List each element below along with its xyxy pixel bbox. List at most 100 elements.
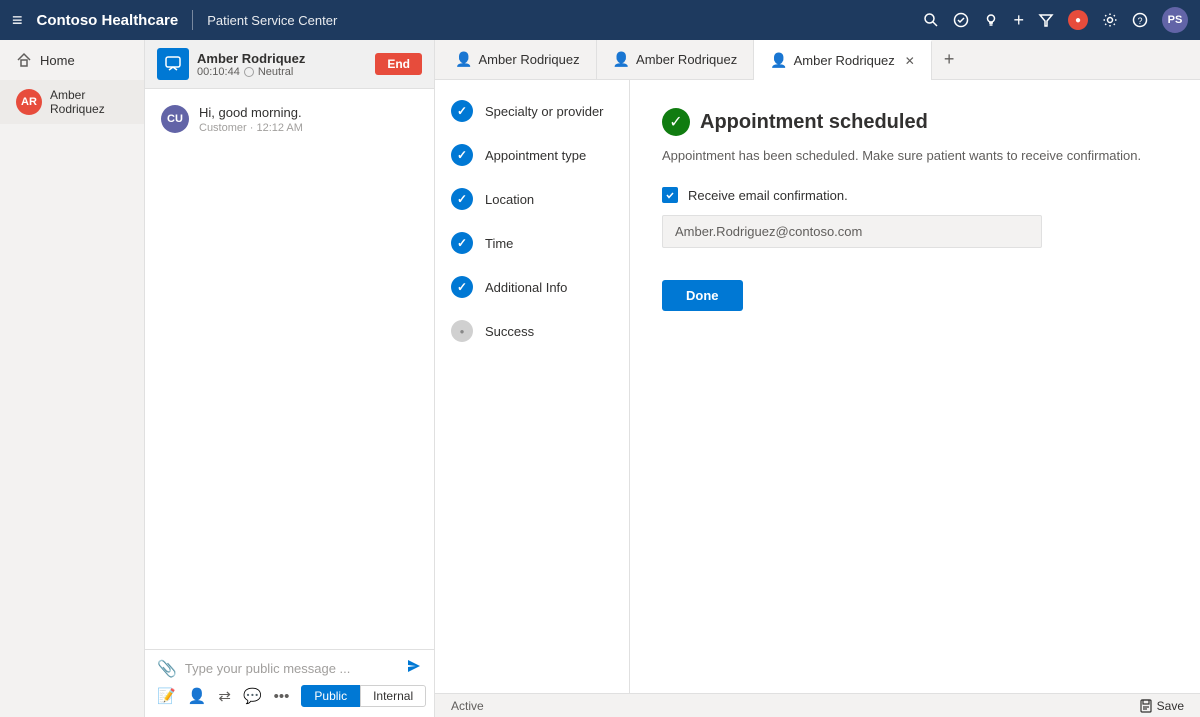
add-tab-button[interactable]: + — [932, 49, 967, 70]
chat-message-text: Hi, good morning. — [199, 105, 303, 120]
home-icon — [16, 52, 32, 68]
attach-icon[interactable]: 📎 — [157, 659, 177, 679]
checkbox-checked-icon[interactable] — [662, 187, 678, 203]
topbar-icons: + ● ? PS — [923, 7, 1188, 33]
step-dot-6: ● — [460, 327, 465, 336]
topbar: ≡ Contoso Healthcare Patient Service Cen… — [0, 0, 1200, 40]
step-additional-info[interactable]: ✓ Additional Info — [451, 276, 613, 298]
settings-icon[interactable] — [1102, 12, 1118, 28]
chat-header-info: Amber Rodriquez 00:10:44 Neutral — [197, 51, 367, 78]
chat-message-item: CU Hi, good morning. Customer · 12:12 AM — [161, 105, 418, 134]
send-button[interactable] — [406, 658, 422, 679]
step-label-additional: Additional Info — [485, 280, 567, 295]
chat-input-row: 📎 — [157, 658, 422, 679]
hamburger-icon[interactable]: ≡ — [12, 10, 23, 31]
help-icon[interactable]: ? — [1132, 12, 1148, 28]
brand-divider — [192, 10, 193, 30]
toolbar-transfer-icon[interactable]: ⇄ — [218, 687, 231, 705]
steps-panel: ✓ Specialty or provider ✓ Appointment ty… — [435, 80, 630, 693]
tab-amber-2[interactable]: 👤 Amber Rodriquez — [597, 40, 755, 80]
notification-badge[interactable]: ● — [1068, 10, 1088, 30]
step-icon-additional: ✓ — [451, 276, 473, 298]
chat-toggle: Public Internal — [301, 685, 426, 707]
tab-person-icon-2: 👤 — [613, 51, 630, 68]
save-label: Save — [1157, 699, 1184, 713]
step-icon-location: ✓ — [451, 188, 473, 210]
chat-mood: Neutral — [258, 66, 293, 78]
step-icon-specialty: ✓ — [451, 100, 473, 122]
chat-message-content: Hi, good morning. Customer · 12:12 AM — [199, 105, 303, 134]
step-checkmark-4: ✓ — [457, 236, 467, 250]
step-appointment-type[interactable]: ✓ Appointment type — [451, 144, 613, 166]
save-button[interactable]: Save — [1139, 699, 1184, 713]
step-label-success: Success — [485, 324, 534, 339]
sidebar-item-home[interactable]: Home — [0, 40, 144, 80]
status-label: Active — [451, 699, 484, 713]
chat-timer: 00:10:44 — [197, 66, 240, 78]
svg-text:?: ? — [1138, 16, 1143, 26]
appointment-subtitle: Appointment has been scheduled. Make sur… — [662, 148, 1168, 163]
toolbar-chat-icon[interactable]: 💬 — [243, 687, 262, 705]
chat-message-meta: Customer · 12:12 AM — [199, 122, 303, 134]
home-label: Home — [40, 53, 75, 68]
filter-icon[interactable] — [1038, 12, 1054, 28]
app-subtitle: Patient Service Center — [207, 13, 337, 28]
public-toggle-button[interactable]: Public — [301, 685, 360, 707]
step-specialty[interactable]: ✓ Specialty or provider — [451, 100, 613, 122]
step-icon-appointment: ✓ — [451, 144, 473, 166]
chat-header-avatar-icon — [157, 48, 189, 80]
toolbar-person-icon[interactable]: 👤 — [188, 687, 207, 705]
appointment-header: ✓ Appointment scheduled — [662, 108, 1168, 136]
sidebar: Home AR Amber Rodriquez — [0, 40, 145, 717]
tab-amber-1[interactable]: 👤 Amber Rodriquez — [439, 40, 597, 80]
step-time[interactable]: ✓ Time — [451, 232, 613, 254]
toolbar-notes-icon[interactable]: 📝 — [157, 687, 176, 705]
tab-amber-3[interactable]: 👤 Amber Rodriquez ✕ — [754, 40, 932, 80]
customer-avatar: CU — [161, 105, 189, 133]
app-logo: Contoso Healthcare — [37, 12, 179, 29]
chat-timer-status: 00:10:44 Neutral — [197, 66, 367, 78]
bulb-icon[interactable] — [983, 12, 999, 28]
tab-close-icon[interactable]: ✕ — [905, 54, 915, 68]
step-icon-time: ✓ — [451, 232, 473, 254]
brand: Contoso Healthcare Patient Service Cente… — [37, 10, 338, 30]
email-confirmation-row[interactable]: Receive email confirmation. — [662, 187, 1168, 203]
step-icon-success: ● — [451, 320, 473, 342]
chat-header: Amber Rodriquez 00:10:44 Neutral End — [145, 40, 434, 89]
search-icon[interactable] — [923, 12, 939, 28]
main-content: ✓ Appointment scheduled Appointment has … — [630, 80, 1200, 693]
right-panel: 👤 Amber Rodriquez 👤 Amber Rodriquez 👤 Am… — [435, 40, 1200, 717]
save-icon — [1139, 699, 1153, 713]
end-call-button[interactable]: End — [375, 53, 422, 75]
chat-input-area: 📎 📝 👤 ⇄ 💬 ••• Public Internal — [145, 649, 434, 717]
agent-name: Amber Rodriquez — [50, 88, 128, 116]
step-checkmark-2: ✓ — [457, 148, 467, 162]
chat-panel: Amber Rodriquez 00:10:44 Neutral End CU … — [145, 40, 435, 717]
plus-icon[interactable]: + — [1013, 10, 1024, 31]
check-circle-icon[interactable] — [953, 12, 969, 28]
step-checkmark-1: ✓ — [457, 104, 467, 118]
neutral-dot-icon — [244, 67, 254, 77]
step-success[interactable]: ● Success — [451, 320, 613, 342]
done-button[interactable]: Done — [662, 280, 743, 311]
tabs-bar: 👤 Amber Rodriquez 👤 Amber Rodriquez 👤 Am… — [435, 40, 1200, 80]
checkbox-label: Receive email confirmation. — [688, 188, 848, 203]
user-avatar[interactable]: PS — [1162, 7, 1188, 33]
tab-label-1: Amber Rodriquez — [478, 52, 579, 67]
step-checkmark-3: ✓ — [457, 192, 467, 206]
main-layout: Home AR Amber Rodriquez Amber Rodriquez … — [0, 40, 1200, 717]
step-label-specialty: Specialty or provider — [485, 104, 604, 119]
step-location[interactable]: ✓ Location — [451, 188, 613, 210]
step-label-time: Time — [485, 236, 513, 251]
chat-messages: CU Hi, good morning. Customer · 12:12 AM — [145, 89, 434, 649]
chat-input[interactable] — [185, 661, 398, 676]
agent-avatar: AR — [16, 89, 42, 115]
tab-person-icon-3: 👤 — [770, 52, 787, 69]
appointment-success-icon: ✓ — [662, 108, 690, 136]
sidebar-agent[interactable]: AR Amber Rodriquez — [0, 80, 144, 124]
appointment-title: Appointment scheduled — [700, 111, 928, 134]
toolbar-more-icon[interactable]: ••• — [274, 688, 290, 705]
step-checkmark-5: ✓ — [457, 280, 467, 294]
internal-toggle-button[interactable]: Internal — [360, 685, 426, 707]
chat-toolbar: 📝 👤 ⇄ 💬 ••• Public Internal — [157, 679, 422, 709]
